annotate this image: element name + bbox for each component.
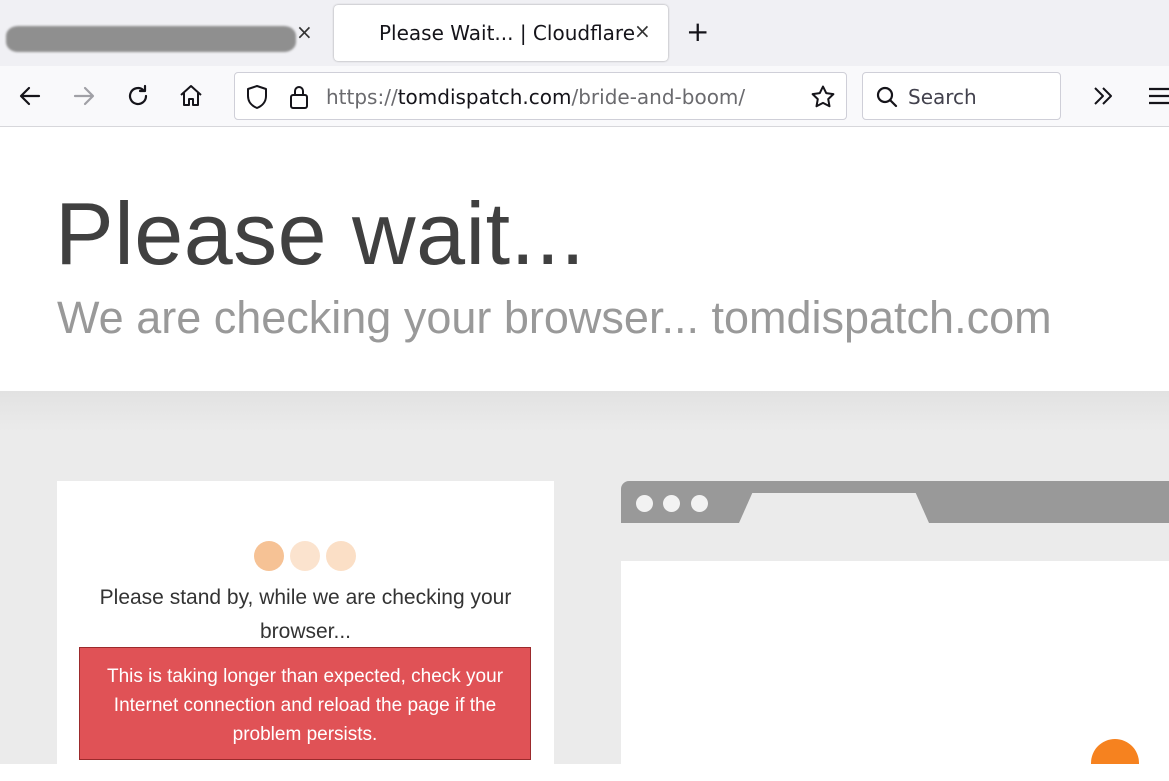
lock-icon[interactable] xyxy=(287,83,311,111)
reload-icon xyxy=(128,84,148,106)
menu-button[interactable] xyxy=(1143,80,1169,112)
tab-close-icon[interactable]: × xyxy=(296,20,313,44)
illustration-tab xyxy=(739,493,929,523)
overflow-button[interactable] xyxy=(1087,80,1119,112)
url-text[interactable]: https://tomdispatch.com/bride-and-boom/ xyxy=(326,85,745,109)
browser-illustration xyxy=(621,481,1169,764)
error-alert: This is taking longer than expected, che… xyxy=(79,647,531,760)
illustration-window-dot xyxy=(691,495,708,512)
illustration-viewport xyxy=(621,561,1169,764)
url-host: tomdispatch.com xyxy=(397,85,572,109)
back-button[interactable] xyxy=(14,80,46,112)
page-title: Please wait... xyxy=(55,184,586,283)
tab-title: Please Wait... | Cloudflare xyxy=(379,21,636,45)
status-card: Please stand by, while we are checking y… xyxy=(57,481,554,781)
star-icon[interactable] xyxy=(810,84,836,110)
page-subtitle: We are checking your browser... tomdispa… xyxy=(57,292,1052,343)
navigation-bar: https://tomdispatch.com/bride-and-boom/ … xyxy=(0,66,1169,127)
tab-close-icon[interactable]: × xyxy=(634,19,651,43)
overflow-icon xyxy=(1094,87,1112,105)
reload-button[interactable] xyxy=(122,80,154,112)
illustration-toolbar xyxy=(621,523,1169,561)
standby-message: Please stand by, while we are checking y… xyxy=(99,586,512,643)
page-header: Please wait... We are checking your brow… xyxy=(0,127,1169,391)
search-icon xyxy=(876,86,898,108)
loading-dot xyxy=(326,541,356,571)
tab-background[interactable]: × xyxy=(0,6,330,60)
illustration-window-dot xyxy=(636,495,653,512)
forward-icon xyxy=(73,86,95,106)
tab-active[interactable]: Please Wait... | Cloudflare × xyxy=(334,5,668,61)
loading-indicator xyxy=(254,541,374,571)
search-placeholder: Search xyxy=(908,85,977,109)
illustration-title-bar xyxy=(621,481,1169,523)
url-scheme: https:// xyxy=(326,85,398,109)
loading-dot xyxy=(254,541,284,571)
home-icon xyxy=(180,85,202,106)
illustration-window-dot xyxy=(663,495,680,512)
forward-button[interactable] xyxy=(68,80,100,112)
new-tab-button[interactable]: + xyxy=(686,14,709,50)
loading-dot xyxy=(290,541,320,571)
url-path: /bride-and-boom/ xyxy=(571,85,746,109)
shield-icon[interactable] xyxy=(245,84,269,110)
page-content: Please wait... We are checking your brow… xyxy=(0,127,1169,781)
menu-icon xyxy=(1149,87,1169,105)
tab-strip: × Please Wait... | Cloudflare × + xyxy=(0,0,1169,66)
redacted-tab-title xyxy=(6,26,296,52)
search-input[interactable]: Search xyxy=(862,72,1061,120)
back-icon xyxy=(19,86,41,106)
url-bar[interactable]: https://tomdispatch.com/bride-and-boom/ xyxy=(234,72,847,120)
home-button[interactable] xyxy=(175,80,207,112)
